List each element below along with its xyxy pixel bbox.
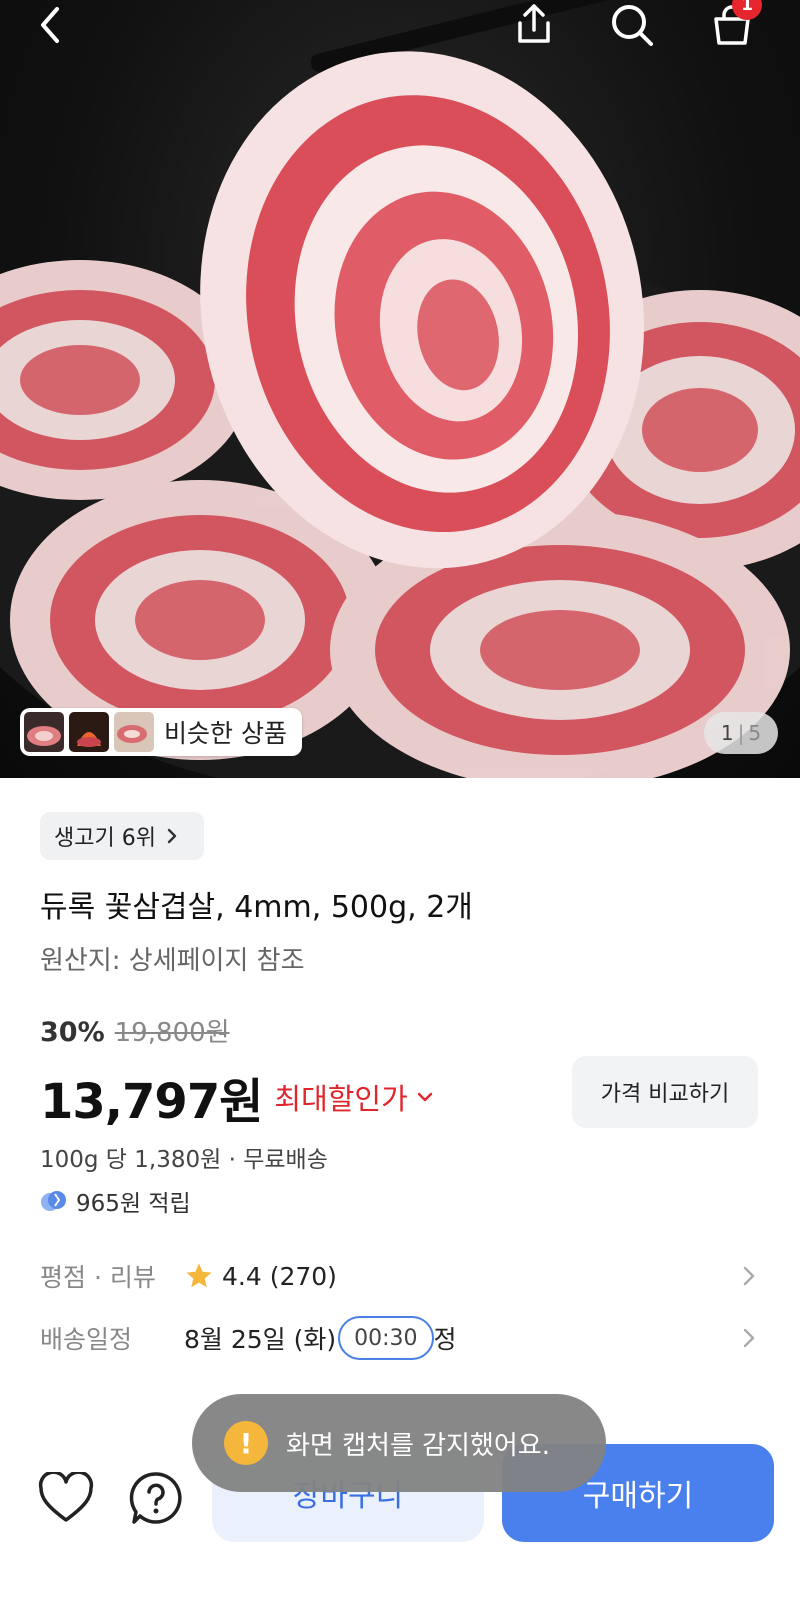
heart-icon (38, 1472, 94, 1522)
warning-icon: ! (224, 1421, 268, 1465)
page-current: 1 (720, 721, 734, 745)
product-image-carousel[interactable]: 1 비슷한 상품 1 | 5 (0, 0, 800, 778)
cart-button[interactable]: 1 (700, 0, 764, 50)
back-arrow-icon (41, 7, 59, 43)
similar-thumbnail (24, 712, 64, 752)
rating-value: 4.4 (270) (222, 1261, 337, 1291)
image-page-indicator: 1 | 5 (704, 712, 778, 754)
similar-products-label: 비슷한 상품 (164, 719, 287, 748)
back-button[interactable] (18, 0, 82, 50)
price-compare-button[interactable]: 가격 비교하기 (572, 1056, 758, 1128)
product-title: 듀록 꽃삼겹살, 4mm, 500g, 2개 (40, 890, 473, 925)
screenshot-detected-toast: ! 화면 캡처를 감지했어요. (192, 1394, 606, 1492)
chevron-right-icon (743, 1328, 755, 1348)
delivery-countdown: 00:30 (338, 1316, 434, 1360)
rating-value-group: 4.4 (270) (184, 1261, 337, 1291)
similar-thumbnail (69, 712, 109, 752)
chevron-down-icon (417, 1092, 432, 1102)
page-separator: | (737, 721, 745, 745)
delivery-date: 8월 25일 (화) (184, 1325, 337, 1354)
delivery-value-group: 8월 25일 (화) 00:30 정 (184, 1316, 457, 1360)
share-icon (518, 4, 550, 43)
discount-rate: 30% (40, 1017, 105, 1048)
reward-points: 965원 적립 (40, 1184, 191, 1218)
reward-text: 965원 적립 (76, 1191, 191, 1217)
delivery-suffix: 정 (433, 1325, 457, 1354)
inquiry-button[interactable] (126, 1468, 186, 1528)
delivery-schedule-row[interactable]: 배송일정 8월 25일 (화) 00:30 정 (40, 1316, 760, 1360)
search-icon (612, 5, 653, 46)
search-button[interactable] (600, 0, 664, 50)
chevron-right-icon (167, 828, 177, 844)
similar-products-button[interactable]: 비슷한 상품 (20, 708, 302, 756)
share-button[interactable] (502, 0, 566, 50)
wishlist-button[interactable] (36, 1468, 96, 1528)
unit-price-shipping: 100g 당 1,380원 · 무료배송 (40, 1147, 328, 1173)
original-price: 19,800원 (114, 1018, 230, 1048)
max-discount-toggle[interactable]: 최대할인가 (274, 1076, 433, 1118)
chevron-right-icon (743, 1266, 755, 1286)
toast-message: 화면 캡처를 감지했어요. (286, 1430, 550, 1461)
price-row: 13,797원 최대할인가 (40, 1062, 434, 1132)
sale-price: 13,797원 (40, 1074, 263, 1130)
question-icon (129, 1472, 182, 1524)
similar-thumbnail (114, 712, 154, 752)
rank-label: 생고기 6위 (54, 826, 156, 851)
rating-review-row[interactable]: 평점 · 리뷰 4.4 (270) (40, 1254, 760, 1298)
rating-label: 평점 · 리뷰 (40, 1263, 156, 1292)
star-icon (186, 1263, 212, 1288)
max-discount-label: 최대할인가 (274, 1082, 408, 1116)
reward-coin-icon (41, 1191, 66, 1211)
product-photo (0, 0, 800, 778)
origin-info: 원산지: 상세페이지 참조 (40, 946, 305, 976)
delivery-label: 배송일정 (40, 1325, 133, 1354)
discount-row: 30% 19,800원 (40, 1012, 230, 1049)
page-total: 5 (748, 721, 762, 745)
category-rank-chip[interactable]: 생고기 6위 (40, 812, 204, 860)
